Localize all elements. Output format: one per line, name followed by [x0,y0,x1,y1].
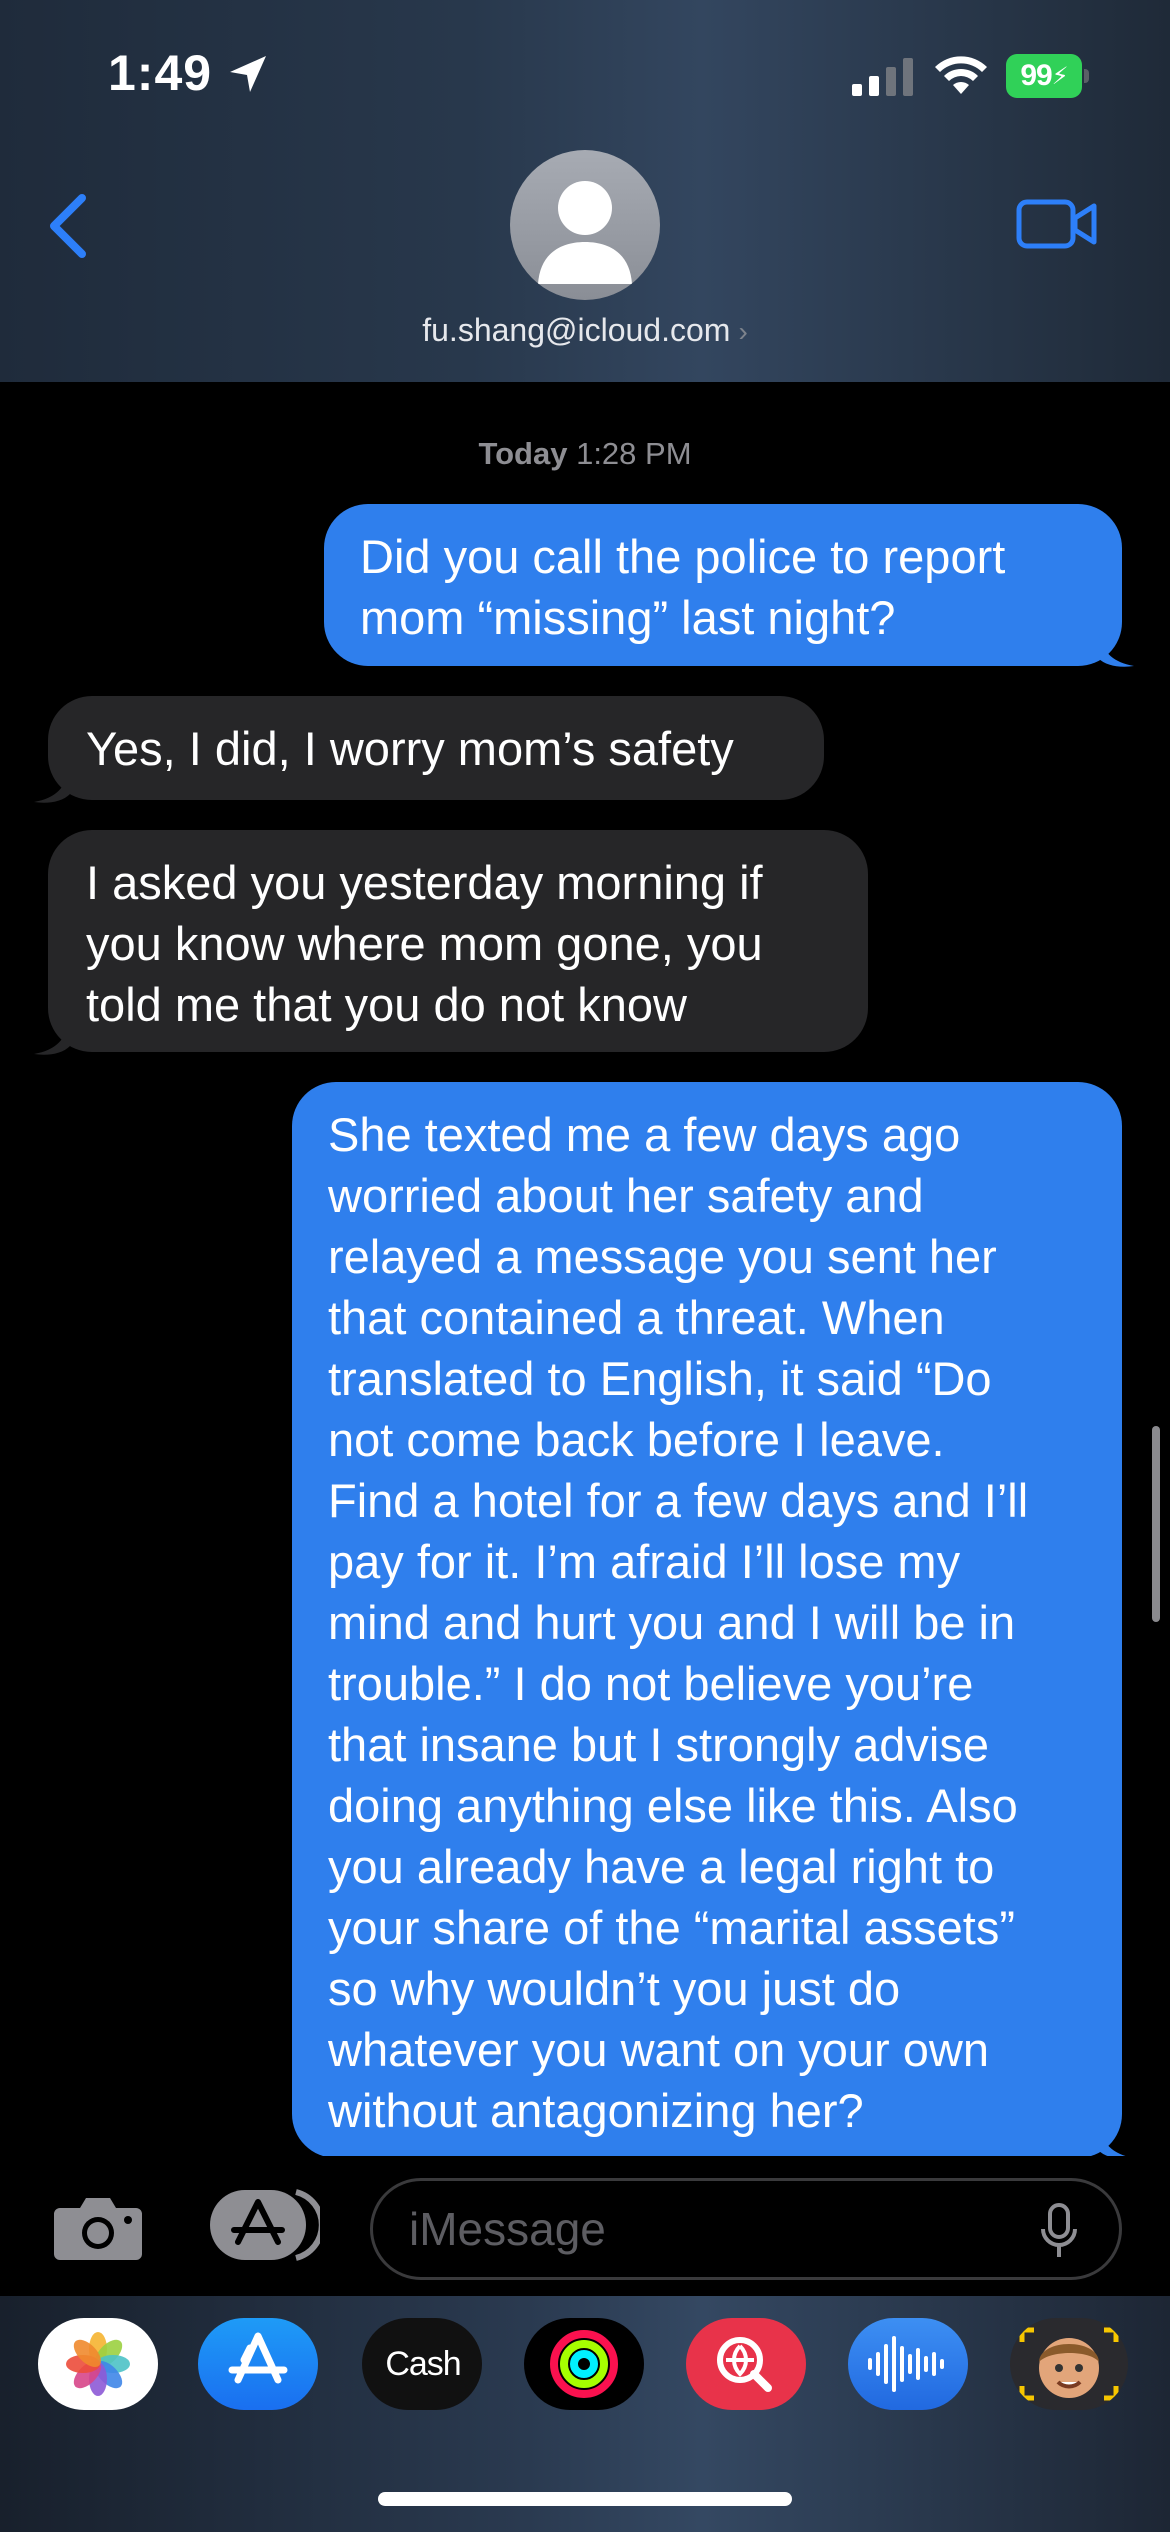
message-line: without antagonizing her? [328,2084,864,2137]
facetime-video-button[interactable] [1016,196,1098,252]
sent-bubble-tail [1098,630,1134,667]
battery-indicator: 99 ⚡ [1006,54,1090,100]
photos-app-icon[interactable] [38,2318,158,2410]
message-line: you already have a legal right to [328,1840,995,1893]
timestamp-day: Today [478,436,568,471]
status-bar: 1:49 99 ⚡ [0,0,1170,150]
memoji-app-icon[interactable] [1010,2318,1128,2410]
message-line: your share of the “marital assets” [328,1901,1015,1954]
received-bubble-tail [34,1018,70,1055]
message-line: so why wouldn’t you just do [328,1962,901,2015]
person-silhouette-icon [538,181,632,284]
received-message-bubble[interactable]: I asked you yesterday morning if you kno… [48,830,868,1052]
message-input[interactable] [409,2181,1029,2277]
message-line: you know where mom gone, you [86,917,763,970]
message-line: that insane but I strongly advise [328,1718,990,1771]
app-store-apps-button[interactable] [208,2186,320,2264]
message-line: relayed a message you sent her [328,1230,997,1283]
sent-message-bubble[interactable]: She texted me a few days ago worried abo… [292,1082,1122,2158]
location-arrow-icon [230,56,266,92]
message-line: worried about her safety and [328,1169,924,1222]
contact-name-button[interactable]: fu.shang@icloud.com › [0,312,1170,349]
scroll-indicator[interactable] [1152,1426,1160,1622]
message-line: Did you call the police to report [360,530,1006,583]
message-line: mom “missing” last night? [360,591,896,644]
camera-button[interactable] [52,2192,144,2262]
fitness-app-icon[interactable] [524,2318,644,2410]
battery-level: 99 [1020,59,1052,92]
contact-name: fu.shang@icloud.com [422,312,731,348]
home-indicator[interactable] [378,2492,792,2506]
message-line: translated to English, it said “Do [328,1352,992,1405]
microphone-icon[interactable] [1039,2203,1079,2259]
conversation-header: 1:49 99 ⚡ fu.shang@icloud.com › [0,0,1170,382]
message-line: whatever you want on your own [328,2023,989,2076]
message-line: pay for it. I’m afraid I’ll lose my [328,1535,961,1588]
received-bubble-tail [34,766,70,803]
compose-bar [0,2156,1170,2296]
message-line: not come back before I leave. [328,1413,945,1466]
contact-avatar[interactable] [510,150,660,300]
charging-bolt-icon: ⚡ [1051,62,1069,90]
message-line: I asked you yesterday morning if [86,856,763,909]
message-line: She texted me a few days ago [328,1108,961,1161]
cellular-signal-icon [852,58,913,96]
wifi-icon [935,56,987,94]
message-line: told me that you do not know [86,978,687,1031]
cash-label: Cash [385,2344,461,2383]
back-button[interactable] [40,190,100,262]
images-search-app-icon[interactable] [686,2318,806,2410]
received-message-bubble[interactable]: Yes, I did, I worry mom’s safety [48,696,824,800]
message-line: trouble.” I do not believe you’re [328,1657,974,1710]
message-line: mind and hurt you and I will be in [328,1596,1016,1649]
message-line: Yes, I did, I worry mom’s safety [86,722,734,775]
message-line: that contained a threat. When [328,1291,945,1344]
chevron-right-icon: › [738,316,748,347]
audio-message-app-icon[interactable] [848,2318,968,2410]
message-timestamp: Today 1:28 PM [0,436,1170,472]
status-time: 1:49 [108,45,213,101]
app-store-app-icon[interactable] [198,2318,318,2410]
message-line: doing anything else like this. Also [328,1779,1018,1832]
sent-bubble-tail [1098,2122,1134,2159]
message-line: Find a hotel for a few days and I’ll [328,1474,1029,1527]
timestamp-time: 1:28 PM [576,436,692,471]
apple-cash-app-icon[interactable]: Cash [362,2318,482,2410]
message-input-field[interactable] [370,2178,1122,2280]
sent-message-bubble[interactable]: Did you call the police to report mom “m… [324,504,1122,666]
